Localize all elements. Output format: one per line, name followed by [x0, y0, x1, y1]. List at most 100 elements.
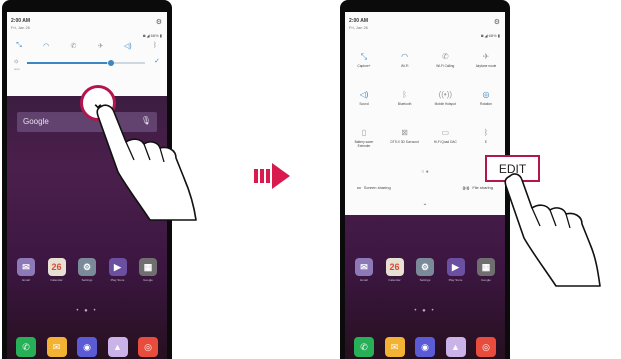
home-page-indicator: • ● • — [414, 308, 436, 314]
google-logo: Google — [23, 117, 49, 126]
file-sharing-button[interactable]: ((•)) File sharing — [463, 185, 493, 190]
app-email[interactable]: ✉ Email — [16, 258, 36, 282]
messages-icon[interactable]: ✉ — [384, 337, 405, 357]
tile-quad[interactable]: ▭ Hi-Fi Quad DAC — [430, 128, 460, 150]
app-label: Settings — [81, 278, 93, 282]
file-sharing-icon: ((•)) — [462, 185, 470, 190]
wifi-calling-icon: ✆ — [441, 52, 449, 61]
brightness-control: ☼ auto ✓ — [13, 57, 161, 71]
page-indicator: ○ ● — [421, 169, 429, 175]
screen-sharing-icon: ▭ — [357, 185, 361, 190]
brightness-sun-icon: ☼ — [13, 58, 20, 65]
nfc-icon: ⊠ — [401, 128, 408, 137]
tile-label: E — [484, 140, 488, 144]
app-calendar[interactable]: 26 Calendar — [47, 258, 67, 282]
google-icon: ▦ — [139, 258, 157, 276]
right-screen: 2:00 AM Fri, Jan 26 ⚙ ◙ ◢ 68% ▮ ⤡ Capture… — [345, 12, 505, 359]
app-label: Calendar — [388, 278, 401, 282]
tile-battery[interactable]: ▯ Battery saver Extender — [349, 128, 379, 150]
settings-gear-icon[interactable]: ⚙ — [494, 18, 500, 26]
app-row: ✉ Email 26 Calendar ⚙ Settings ▶ Play Store ▦ Goo… — [16, 258, 158, 282]
gallery-icon[interactable]: ▲ — [107, 337, 128, 357]
chrome-icon[interactable]: ◎ — [138, 337, 158, 357]
notification-panel-collapsed: 2:00 AM Fri, Jan 26 ⚙ ◙ ◢ 68% ▮ ⤡ ◠ ✆ ✈ … — [7, 12, 167, 96]
status-date: Fri, Jan 26 — [349, 25, 368, 30]
app-calendar[interactable]: 26 Calendar — [385, 258, 405, 282]
status-date: Fri, Jan 26 — [11, 25, 30, 30]
wifi-calling-icon[interactable]: ✆ — [67, 42, 79, 50]
tile-sound[interactable]: ◁) Sound — [349, 90, 379, 112]
quick-settings-tile-row: ▯ Battery saver Extender ⊠ DTS:X 3D Surroun… — [349, 128, 501, 150]
tile-bluetooth-off[interactable]: ᛒE — [471, 128, 501, 150]
quick-settings-grid: ⤡ Capture+ ◠ Wi-Fi ✆ Wi-Fi Calling ✈ Airplane m… — [349, 52, 501, 166]
tile-wifi-calling[interactable]: ✆ Wi-Fi Calling — [430, 52, 460, 74]
screen-sharing-button[interactable]: ▭ Screen sharing — [357, 185, 391, 190]
tile-label: Hi-Fi Quad DAC — [433, 140, 457, 144]
app-label: Google — [481, 278, 491, 282]
pointing-hand-left-illustration — [96, 104, 197, 221]
tile-rotation[interactable]: ◎ Rotation — [471, 90, 501, 112]
app-settings[interactable]: ⚙ Settings — [77, 258, 97, 282]
browser-icon[interactable]: ◉ — [77, 337, 97, 357]
collapse-caret-icon[interactable]: ⌃ — [345, 203, 505, 210]
settings-icon: ⚙ — [416, 258, 434, 276]
tile-label: DTS:X 3D Surround — [390, 140, 419, 144]
browser-icon[interactable]: ◉ — [415, 337, 435, 357]
app-label: Play Store — [448, 278, 463, 282]
google-icon: ▦ — [477, 258, 495, 276]
status-time: 2:00 AM — [11, 18, 30, 24]
tile-wifi[interactable]: ◠ Wi-Fi — [390, 52, 420, 74]
phone-icon[interactable]: ✆ — [16, 337, 36, 357]
app-label: Email — [22, 278, 30, 282]
airplane-icon[interactable]: ✈ — [95, 42, 107, 50]
app-play-store[interactable]: ▶ Play Store — [446, 258, 466, 282]
app-label: Google — [143, 278, 153, 282]
battery-icon: ▯ — [361, 128, 367, 137]
app-label: Calendar — [50, 278, 63, 282]
capture-icon[interactable]: ⤡ — [13, 42, 25, 50]
brightness-auto-label: auto — [14, 67, 20, 71]
app-google[interactable]: ▦ Google — [138, 258, 158, 282]
auto-brightness-check-icon[interactable]: ✓ — [154, 57, 160, 65]
notification-panel-expanded: 2:00 AM Fri, Jan 26 ⚙ ◙ ◢ 68% ▮ ⤡ Capture… — [345, 12, 505, 215]
chrome-icon[interactable]: ◎ — [476, 337, 496, 357]
system-status-icons: ◙ ◢ 68% ▮ — [480, 33, 500, 38]
play-store-icon: ▶ — [446, 258, 465, 276]
tile-label: Sound — [359, 102, 369, 106]
status-time: 2:00 AM — [349, 18, 368, 24]
email-icon: ✉ — [355, 258, 373, 276]
bluetooth-icon[interactable]: ᛒ — [149, 42, 161, 50]
tile-label: Bluetooth — [397, 102, 412, 106]
expand-icon: ⤡ — [360, 52, 368, 61]
tile-label: Wi-Fi — [400, 64, 409, 68]
tile-label: Rotation — [480, 102, 492, 106]
rotation-icon: ◎ — [482, 90, 490, 99]
brightness-slider-thumb[interactable] — [108, 59, 114, 66]
settings-gear-icon[interactable]: ⚙ — [156, 18, 162, 26]
tile-hotspot[interactable]: ((•)) Mobile Hotspot — [430, 90, 460, 112]
messages-icon[interactable]: ✉ — [46, 337, 67, 357]
calendar-icon: 26 — [47, 258, 66, 276]
phone-icon[interactable]: ✆ — [354, 337, 374, 357]
app-row: ✉ Email 26 Calendar ⚙ Settings ▶ Play Store ▦ Goo… — [354, 258, 496, 282]
app-settings[interactable]: ⚙ Settings — [415, 258, 435, 282]
tile-label: Wi-Fi Calling — [436, 64, 455, 68]
quick-settings-row: ⤡ ◠ ✆ ✈ ◁) ᛒ — [13, 42, 161, 50]
quick-settings-tile-row: ◁) Sound ᛒ Bluetooth ((•)) Mobile Hotspot ◎ Rot… — [349, 90, 501, 112]
airplane-icon: ✈ — [482, 52, 490, 61]
home-page-indicator: • ● • — [76, 308, 98, 314]
quick-settings-tile-row: ⤡ Capture+ ◠ Wi-Fi ✆ Wi-Fi Calling ✈ Airplane m… — [349, 52, 501, 74]
sound-icon[interactable]: ◁) — [122, 42, 134, 50]
hotspot-icon: ((•)) — [438, 90, 453, 99]
tile-nfc[interactable]: ⊠ DTS:X 3D Surround — [390, 128, 420, 150]
tile-expand[interactable]: ⤡ Capture+ — [349, 52, 379, 74]
wifi-icon[interactable]: ◠ — [40, 42, 52, 50]
app-label: Settings — [419, 278, 431, 282]
tile-airplane[interactable]: ✈ Airplane mode — [471, 52, 501, 74]
app-play-store[interactable]: ▶ Play Store — [108, 258, 128, 282]
tile-bluetooth[interactable]: ᛒ Bluetooth — [390, 90, 420, 112]
app-google[interactable]: ▦ Google — [476, 258, 496, 282]
app-email[interactable]: ✉ Email — [354, 258, 374, 282]
gallery-icon[interactable]: ▲ — [445, 337, 466, 357]
settings-icon: ⚙ — [78, 258, 96, 276]
